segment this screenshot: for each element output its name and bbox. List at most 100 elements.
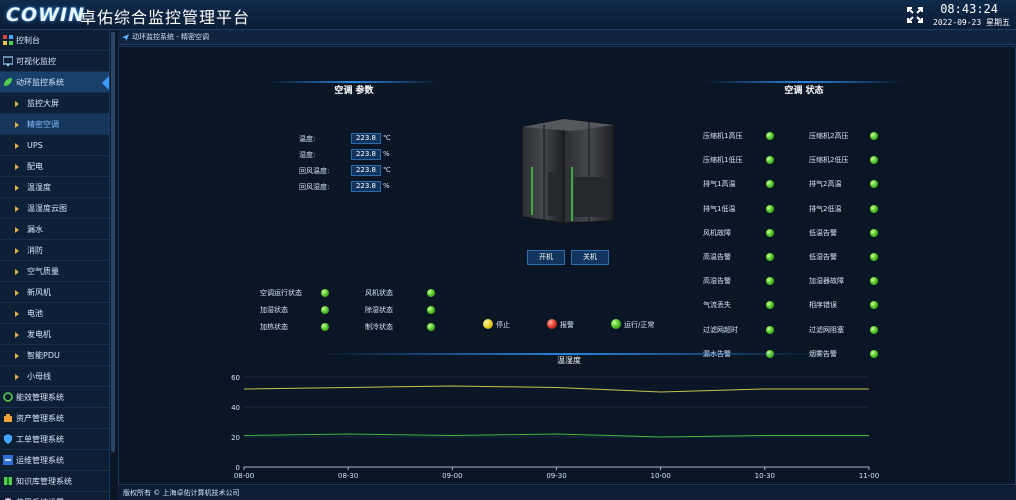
status-indicator-icon bbox=[766, 132, 774, 140]
alarm-label: 排气2高温 bbox=[809, 180, 842, 189]
alarm-label: 高湿告警 bbox=[703, 277, 731, 286]
x-tick-label: 09-00 bbox=[442, 472, 462, 479]
param-unit: % bbox=[383, 182, 390, 190]
caret-right-icon bbox=[15, 101, 19, 107]
sidebar-item-20[interactable]: 运维管理系统 bbox=[0, 450, 109, 471]
run-status-label: 除湿状态 bbox=[365, 306, 393, 314]
sidebar-item-22[interactable]: 使用系统设置 bbox=[0, 492, 109, 500]
caret-right-icon bbox=[15, 143, 19, 149]
alarm-label: 压缩机2高压 bbox=[809, 132, 849, 140]
send-icon bbox=[122, 34, 129, 41]
power-on-button[interactable]: 开机 bbox=[527, 250, 565, 265]
sidebar-item-11[interactable]: 空气质量 bbox=[0, 261, 109, 282]
sidebar-item-17[interactable]: 能效管理系统 bbox=[0, 387, 109, 408]
series-line-0 bbox=[243, 385, 869, 393]
sidebar-item-9[interactable]: 漏水 bbox=[0, 219, 109, 240]
status-indicator-icon bbox=[870, 301, 878, 310]
sidebar-item-14[interactable]: 发电机 bbox=[0, 324, 109, 345]
param-label: 回风温度: bbox=[299, 167, 330, 175]
sidebar-item-label: 工单管理系统 bbox=[16, 435, 64, 444]
sidebar-item-label: 新风机 bbox=[27, 288, 51, 297]
leaf-icon bbox=[4, 78, 12, 86]
status-title-bar bbox=[704, 81, 904, 83]
shield-icon bbox=[4, 434, 12, 444]
sidebar-item-16[interactable]: 小母线 bbox=[0, 366, 109, 387]
ac-panel: 空调 参数 温度: 223.8 ℃ 湿度: 223.8% 回风温度: 223.8 ℃ 回风湿度:… bbox=[118, 46, 1016, 485]
sidebar-item-3[interactable]: 监控大屏 bbox=[0, 93, 109, 114]
caret-right-icon bbox=[15, 227, 19, 233]
status-indicator-icon bbox=[427, 289, 435, 297]
sidebar-item-18[interactable]: 资产管理系统 bbox=[0, 408, 109, 429]
legend-green-icon bbox=[611, 319, 621, 329]
sidebar-item-label: 资产管理系统 bbox=[16, 414, 64, 423]
clock-date: 2022-09-23 星期五 bbox=[933, 18, 1010, 27]
status-indicator-icon bbox=[766, 301, 774, 310]
alarm-label: 过滤网超时 bbox=[703, 325, 738, 334]
status-indicator-icon bbox=[766, 325, 774, 334]
power-off-button[interactable]: 关机 bbox=[571, 250, 609, 265]
scrollbar-thumb[interactable] bbox=[111, 32, 115, 452]
alarm-label: 压缩机1低压 bbox=[703, 156, 743, 165]
alarm-label: 加湿器故障 bbox=[809, 277, 844, 286]
sidebar-item-7[interactable]: 温湿度 bbox=[0, 177, 109, 198]
sidebar-item-2[interactable]: 动环监控系统 bbox=[0, 72, 109, 93]
param-value: 223.8 bbox=[351, 149, 381, 160]
ac-unit-image bbox=[521, 118, 615, 224]
x-tick-label: 08-30 bbox=[338, 472, 358, 479]
sidebar-item-label: 智能PDU bbox=[27, 351, 60, 360]
sidebar-item-21[interactable]: 知识库管理系统 bbox=[0, 471, 109, 492]
status-indicator-icon bbox=[766, 277, 774, 286]
param-label: 回风湿度: bbox=[299, 183, 330, 191]
y-tick-label: 40 bbox=[231, 404, 240, 412]
app-root: COWIN 卓佑综合监控管理平台 08:43:24 2022-09-23 星期五… bbox=[0, 0, 1016, 500]
param-unit: % bbox=[383, 150, 390, 158]
alarm-label: 排气2低温 bbox=[809, 204, 842, 213]
sidebar-item-4[interactable]: 精密空调 bbox=[0, 114, 109, 135]
sidebar-item-label: 控制台 bbox=[16, 36, 40, 45]
sidebar-item-label: 监控大屏 bbox=[27, 99, 59, 108]
status-indicator-icon bbox=[870, 204, 878, 213]
sidebar-item-0[interactable]: 控制台 bbox=[0, 30, 109, 51]
sidebar-item-5[interactable]: UPS bbox=[0, 135, 109, 156]
recycle-icon bbox=[3, 392, 13, 402]
operation-icon bbox=[3, 455, 13, 465]
x-tick-label: 09-30 bbox=[546, 472, 566, 479]
caret-right-icon bbox=[15, 248, 19, 254]
caret-right-icon bbox=[15, 164, 19, 170]
sidebar-item-6[interactable]: 配电 bbox=[0, 156, 109, 177]
sidebar-item-label: 精密空调 bbox=[27, 120, 59, 129]
status-indicator-icon bbox=[766, 180, 774, 189]
alarm-label: 风机故障 bbox=[703, 228, 731, 237]
caret-right-icon bbox=[15, 332, 19, 338]
sidebar-scrollbar[interactable] bbox=[110, 30, 116, 454]
sidebar-item-15[interactable]: 智能PDU bbox=[0, 345, 109, 366]
x-tick-label: 11-00 bbox=[859, 472, 879, 479]
status-indicator-icon bbox=[427, 306, 435, 314]
caret-right-icon bbox=[15, 269, 19, 275]
status-title: 空调 状态 bbox=[784, 86, 824, 96]
caret-right-icon bbox=[15, 122, 19, 128]
sidebar-item-13[interactable]: 电池 bbox=[0, 303, 109, 324]
status-indicator-icon bbox=[870, 180, 878, 189]
alarm-label: 排气1高温 bbox=[703, 180, 736, 189]
sidebar-item-label: 消防 bbox=[27, 246, 43, 255]
status-indicator-icon bbox=[766, 156, 774, 165]
fullscreen-icon[interactable] bbox=[906, 6, 924, 24]
top-header: COWIN 卓佑综合监控管理平台 08:43:24 2022-09-23 星期五 bbox=[0, 0, 1016, 30]
run-status-label: 风机状态 bbox=[365, 289, 393, 297]
sidebar-item-label: UPS bbox=[27, 141, 43, 150]
breadcrumb: 动环监控系统 - 精密空调 bbox=[118, 30, 1016, 45]
status-indicator-icon bbox=[870, 228, 878, 237]
sidebar-item-1[interactable]: 可视化监控 bbox=[0, 51, 109, 72]
dashboard-icon bbox=[3, 35, 13, 45]
y-tick-label: 0 bbox=[236, 464, 240, 472]
sidebar-item-12[interactable]: 新风机 bbox=[0, 282, 109, 303]
param-label: 湿度: bbox=[299, 151, 316, 159]
sidebar-item-19[interactable]: 工单管理系统 bbox=[0, 429, 109, 450]
legend-label: 运行/正常 bbox=[624, 321, 655, 329]
sidebar-item-8[interactable]: 温湿度云图 bbox=[0, 198, 109, 219]
alarm-label: 低湿告警 bbox=[809, 253, 837, 261]
caret-right-icon bbox=[15, 206, 19, 212]
caret-right-icon bbox=[15, 374, 19, 380]
sidebar-item-10[interactable]: 消防 bbox=[0, 240, 109, 261]
